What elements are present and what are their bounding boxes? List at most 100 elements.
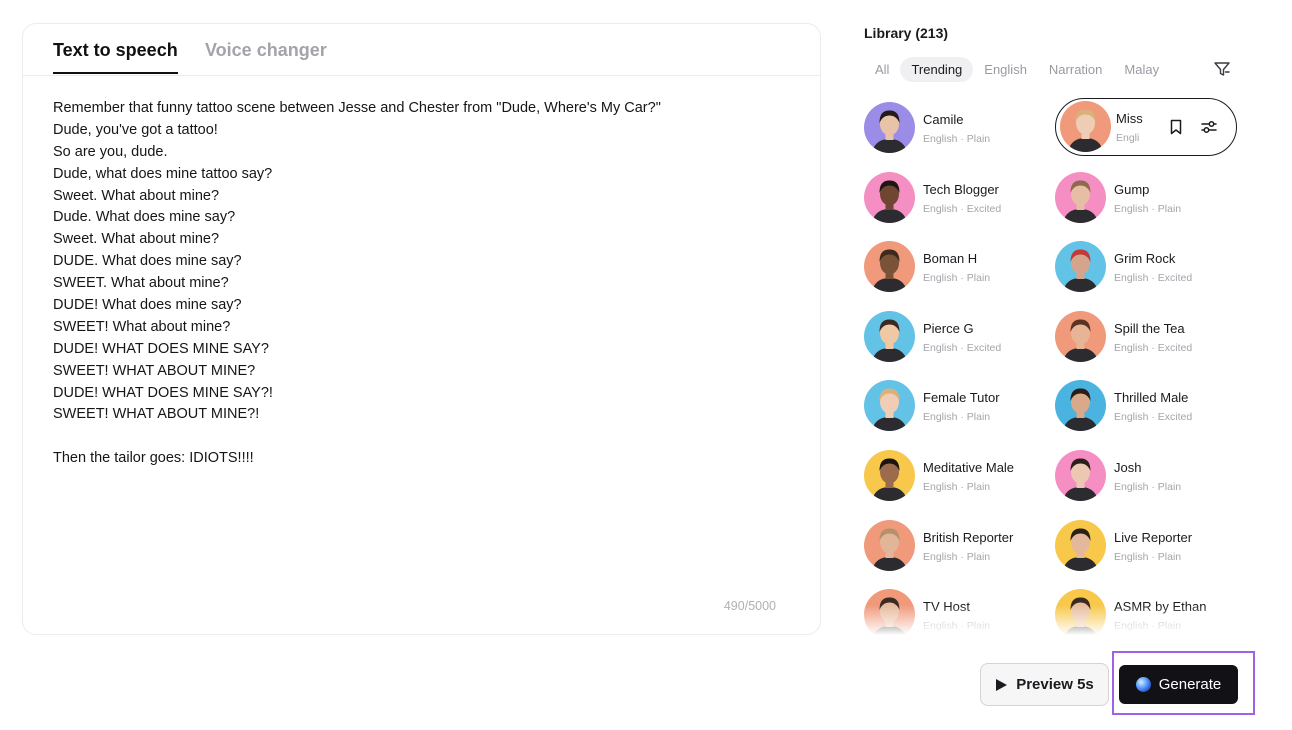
voice-name: Live Reporter (1114, 529, 1193, 545)
voice-avatar (864, 519, 915, 571)
voice-avatar (864, 171, 915, 223)
voice-name: Grim Rock (1114, 251, 1176, 267)
voice-card-actions (1151, 99, 1235, 154)
voice-card[interactable]: Tech Blogger English · Excited (864, 169, 1054, 225)
voice-library-list: Camile English · Plain Miss Engli Tech Blogg… (864, 98, 1274, 635)
voice-meta: English · Plain (1114, 481, 1182, 493)
voice-meta: English · Plain (1114, 620, 1182, 633)
filter-chip-malay[interactable]: Malay (1113, 57, 1170, 82)
voice-card[interactable]: Live Reporter English · Plain (1055, 517, 1245, 573)
voice-card[interactable]: Gump English · Plain (1055, 169, 1245, 225)
filter-funnel-icon[interactable] (1211, 58, 1233, 80)
tab-text-to-speech[interactable]: Text to speech (53, 40, 178, 74)
filter-chip-all[interactable]: All (864, 57, 900, 82)
voice-name: Miss (1116, 111, 1143, 126)
voice-meta: English · Plain (1114, 202, 1182, 215)
preview-label: Preview 5s (1016, 676, 1094, 693)
voice-name: Pierce G (923, 320, 974, 336)
voice-card[interactable]: Spill the Tea English · Excited (1055, 308, 1245, 364)
editor-line: Dude, you've got a tattoo! (53, 121, 218, 138)
voice-name: Josh (1114, 460, 1142, 475)
voice-meta: English · Plain (923, 620, 991, 633)
text-editor-card: Text to speech Voice changer Remember th… (22, 23, 821, 635)
editor-line: SWEET! What about mine? (53, 318, 231, 335)
voice-card[interactable]: Boman H English · Plain (864, 238, 1054, 294)
voice-avatar (1055, 241, 1106, 293)
text-input-area[interactable]: Remember that funny tattoo scene between… (53, 98, 793, 470)
voice-name: Camile (923, 112, 964, 127)
generate-button[interactable]: Generate (1119, 665, 1238, 704)
filter-chip-narration[interactable]: Narration (1038, 57, 1113, 82)
voice-meta: English · Plain (1114, 550, 1182, 563)
voice-avatar (1055, 310, 1106, 362)
voice-card[interactable]: Thrilled Male English · Excited (1055, 377, 1245, 433)
voice-name: Meditative Male (923, 460, 1015, 475)
voice-card[interactable]: TV Host English · Plain (864, 586, 1054, 635)
voice-meta: English · Excited (1114, 341, 1193, 354)
orb-icon (1135, 677, 1151, 692)
voice-name: Gump (1114, 181, 1150, 197)
voice-card[interactable]: Camile English · Plain (864, 99, 1054, 155)
library-title: Library (213) (864, 25, 949, 41)
editor-line: Remember that funny tattoo scene between… (53, 100, 661, 116)
voice-card[interactable]: Meditative Male English · Plain (864, 447, 1054, 503)
voice-card[interactable]: Miss Engli (1055, 98, 1237, 156)
voice-meta: English · Plain (923, 411, 991, 424)
voice-avatar (1055, 171, 1106, 223)
voice-avatar (864, 241, 915, 293)
voice-meta: English · Plain (923, 481, 991, 493)
tab-voice-changer[interactable]: Voice changer (205, 40, 327, 61)
voice-avatar (1055, 589, 1106, 635)
voice-meta: English · Plain (923, 272, 991, 285)
voice-name: British Reporter (923, 529, 1014, 545)
voice-avatar (1055, 380, 1106, 432)
voice-card[interactable]: Josh English · Plain (1055, 447, 1245, 503)
voice-meta: English · Plain (923, 133, 991, 145)
voice-card[interactable]: Female Tutor English · Plain (864, 377, 1054, 433)
editor-line: Dude, what does mine tattoo say? (53, 165, 273, 182)
editor-line: SWEET. What about mine? (53, 275, 229, 292)
editor-line: DUDE! WHAT DOES MINE SAY?! (53, 384, 273, 401)
voice-avatar (1060, 101, 1111, 152)
voice-meta: English · Excited (923, 341, 1002, 354)
editor-line: DUDE! WHAT DOES MINE SAY? (53, 340, 269, 357)
character-counter: 490/5000 (723, 599, 776, 613)
editor-line: DUDE! What does mine say? (53, 297, 242, 314)
voice-name: Spill the Tea (1114, 320, 1185, 336)
voice-name: Thrilled Male (1114, 390, 1189, 406)
voice-avatar (1055, 519, 1106, 571)
voice-card[interactable]: British Reporter English · Plain (864, 517, 1054, 573)
voice-meta: English · Excited (1114, 411, 1193, 424)
filter-chip-english[interactable]: English (973, 57, 1038, 82)
editor-line: SWEET! WHAT ABOUT MINE? (53, 362, 256, 379)
voice-name: Female Tutor (923, 390, 1000, 406)
voice-card[interactable]: ASMR by Ethan English · Plain (1055, 586, 1245, 635)
play-icon (996, 678, 1008, 691)
voice-meta: Engli (1116, 132, 1140, 144)
voice-avatar (864, 589, 915, 635)
voice-card[interactable]: Grim Rock English · Excited (1055, 238, 1245, 294)
editor-line: SWEET! WHAT ABOUT MINE?! (53, 406, 260, 423)
mode-tabs: Text to speech Voice changer (23, 24, 820, 76)
preview-button[interactable]: Preview 5s (980, 663, 1109, 706)
voice-meta: English · Plain (923, 550, 991, 563)
editor-line: Sweet. What about mine? (53, 187, 220, 204)
editor-line: Then the tailor goes: IDIOTS!!!! (53, 450, 254, 467)
editor-line: Sweet. What about mine? (53, 231, 220, 248)
generate-label: Generate (1158, 676, 1222, 693)
voice-avatar (864, 450, 915, 501)
voice-card[interactable]: Pierce G English · Excited (864, 308, 1054, 364)
voice-avatar (864, 102, 915, 153)
voice-meta: English · Excited (1114, 272, 1193, 285)
voice-name: ASMR by Ethan (1114, 599, 1207, 615)
voice-name: Tech Blogger (923, 181, 999, 197)
voice-avatar (864, 310, 915, 362)
sliders-icon[interactable] (1200, 118, 1218, 136)
bookmark-icon[interactable] (1167, 118, 1185, 136)
library-filters: All Trending English Narration Malay (864, 56, 1170, 82)
voice-name: TV Host (923, 599, 970, 615)
editor-line: So are you, dude. (53, 143, 168, 160)
voice-name: Boman H (923, 251, 978, 267)
filter-chip-trending[interactable]: Trending (900, 56, 974, 82)
